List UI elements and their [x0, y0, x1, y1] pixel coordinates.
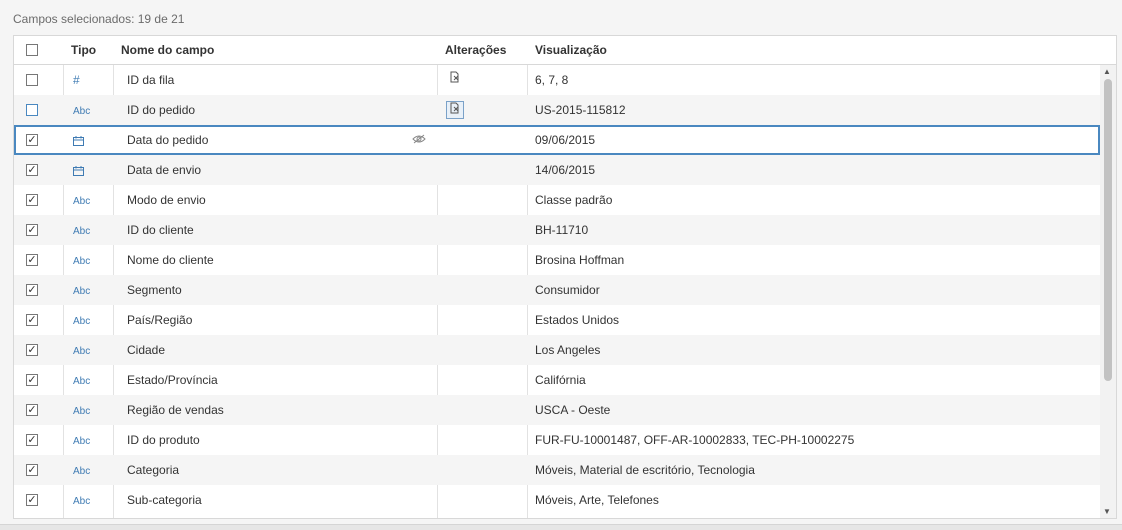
field-name: Data de envio [127, 163, 202, 177]
field-name: País/Região [127, 313, 193, 327]
fields-grid: Tipo Nome do campo Alterações Visualizaç… [13, 35, 1117, 519]
field-checkbox[interactable] [26, 104, 38, 116]
field-row[interactable]: ✓ Data do pedido 09/06/2015 [14, 125, 1100, 155]
field-row[interactable]: ✓ Abc Cidade Los Angeles [14, 335, 1100, 365]
field-checkbox[interactable]: ✓ [26, 374, 38, 386]
field-row[interactable]: # ID da fila 6, 7, 8 [14, 65, 1100, 95]
column-header-field-name[interactable]: Nome do campo [121, 36, 214, 64]
field-row[interactable]: ✓ Abc Sub-categoria Móveis, Arte, Telefones [14, 485, 1100, 515]
remove-field-icon[interactable] [446, 71, 464, 89]
field-row[interactable]: ✓ Abc Região de vendas USCA - Oeste [14, 395, 1100, 425]
panel-bottom-edge [0, 524, 1122, 530]
type-string-icon: Abc [73, 466, 91, 477]
field-checkbox[interactable]: ✓ [26, 464, 38, 476]
field-name: Modo de envio [127, 193, 206, 207]
field-name: Segmento [127, 283, 182, 297]
field-row[interactable]: ✓ Abc Estado/Província Califórnia [14, 365, 1100, 395]
type-string-icon: Abc [73, 106, 91, 117]
field-checkbox[interactable]: ✓ [26, 194, 38, 206]
field-preview: 6, 7, 8 [535, 73, 569, 87]
field-checkbox[interactable]: ✓ [26, 164, 38, 176]
type-string-icon: Abc [73, 316, 91, 327]
field-checkbox[interactable]: ✓ [26, 134, 38, 146]
field-name: Nome do cliente [127, 253, 214, 267]
field-preview: 09/06/2015 [535, 133, 596, 147]
field-checkbox[interactable]: ✓ [26, 254, 38, 266]
field-row[interactable]: ✓ Abc ID do produto FUR-FU-10001487, OFF-AR… [14, 425, 1100, 455]
scrollbar-thumb[interactable] [1104, 79, 1112, 381]
field-checkbox[interactable] [26, 74, 38, 86]
field-name: ID da fila [127, 73, 175, 87]
field-preview: Estados Unidos [535, 313, 620, 327]
field-row[interactable]: ✓ Abc Modo de envio Classe padrão [14, 185, 1100, 215]
field-preview: USCA - Oeste [535, 403, 611, 417]
type-string-icon: Abc [73, 406, 91, 417]
remove-field-icon[interactable] [446, 101, 464, 119]
type-string-icon: Abc [73, 436, 91, 447]
vertical-scrollbar[interactable]: ▲ ▼ [1100, 65, 1116, 518]
field-row[interactable]: ✓ Abc Nome do cliente Brosina Hoffman [14, 245, 1100, 275]
field-checkbox[interactable]: ✓ [26, 224, 38, 236]
field-name: ID do cliente [127, 223, 194, 237]
type-date-icon [73, 125, 84, 155]
field-preview: 14/06/2015 [535, 163, 596, 177]
column-header-type[interactable]: Tipo [71, 36, 96, 64]
type-string-icon: Abc [73, 496, 91, 507]
type-string-icon: Abc [73, 226, 91, 237]
type-string-icon: Abc [73, 286, 91, 297]
hide-field-icon[interactable] [412, 133, 426, 147]
select-all-checkbox[interactable] [26, 44, 38, 56]
field-checkbox[interactable]: ✓ [26, 434, 38, 446]
field-name: ID do pedido [127, 103, 196, 117]
field-name: Sub-categoria [127, 493, 202, 507]
field-preview: FUR-FU-10001487, OFF-AR-10002833, TEC-PH… [535, 433, 855, 447]
grid-header: Tipo Nome do campo Alterações Visualizaç… [14, 36, 1116, 65]
field-checkbox[interactable]: ✓ [26, 494, 38, 506]
field-preview: Los Angeles [535, 343, 601, 357]
field-preview: BH-11710 [535, 223, 589, 237]
field-name: ID do produto [127, 433, 200, 447]
scroll-up-arrow-icon[interactable]: ▲ [1103, 67, 1111, 76]
field-preview: Móveis, Arte, Telefones [535, 493, 659, 507]
field-checkbox[interactable]: ✓ [26, 284, 38, 296]
field-checkbox[interactable]: ✓ [26, 344, 38, 356]
field-preview: Consumidor [535, 283, 600, 297]
column-header-changes[interactable]: Alterações [445, 36, 506, 64]
type-string-icon: Abc [73, 346, 91, 357]
field-checkbox[interactable]: ✓ [26, 404, 38, 416]
field-row[interactable]: Abc ID do pedido US-2015-115812 [14, 95, 1100, 125]
field-name: Categoria [127, 463, 180, 477]
field-checkbox[interactable]: ✓ [26, 314, 38, 326]
column-header-preview[interactable]: Visualização [535, 36, 607, 64]
field-row[interactable]: ✓ Abc Segmento Consumidor [14, 275, 1100, 305]
field-name: Região de vendas [127, 403, 224, 417]
field-row[interactable]: ✓ Abc País/Região Estados Unidos [14, 305, 1100, 335]
field-preview: Classe padrão [535, 193, 613, 207]
type-string-icon: Abc [73, 196, 91, 207]
type-number-icon: # [73, 73, 80, 87]
type-string-icon: Abc [73, 256, 91, 267]
scroll-down-arrow-icon[interactable]: ▼ [1103, 507, 1111, 516]
field-preview: US-2015-115812 [535, 103, 626, 117]
field-row[interactable]: ✓ Abc ID do cliente BH-11710 [14, 215, 1100, 245]
fields-selected-summary: Campos selecionados: 19 de 21 [13, 12, 185, 26]
type-date-icon [73, 155, 84, 185]
type-string-icon: Abc [73, 376, 91, 387]
field-name: Cidade [127, 343, 166, 357]
field-row[interactable]: ✓ Abc Categoria Móveis, Material de escritó… [14, 455, 1100, 485]
field-row[interactable]: ✓ Data de envio 14/06/2015 [14, 155, 1100, 185]
field-name: Estado/Província [127, 373, 218, 387]
field-preview: Móveis, Material de escritório, Tecnolog… [535, 463, 755, 477]
field-name: Data do pedido [127, 133, 209, 147]
field-preview: Brosina Hoffman [535, 253, 625, 267]
field-preview: Califórnia [535, 373, 586, 387]
